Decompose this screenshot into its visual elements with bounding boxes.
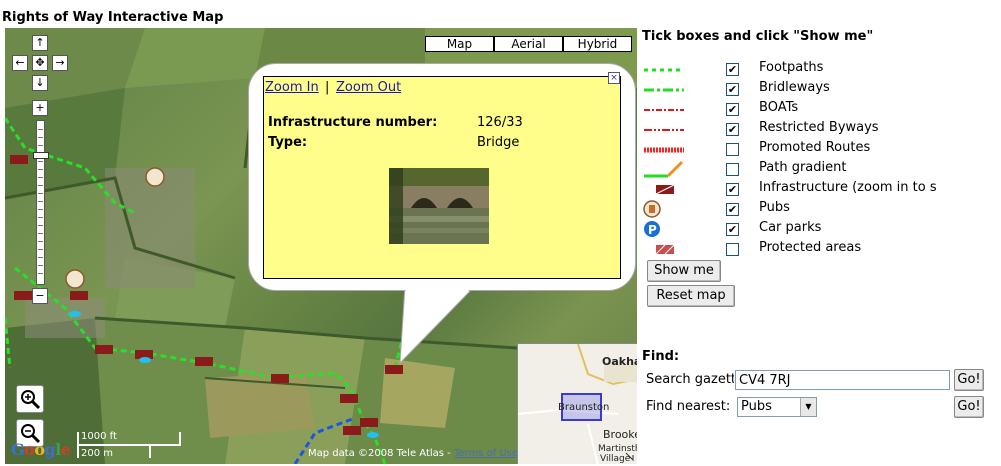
restricted-byway-line-icon (644, 129, 684, 131)
footpaths-label: Footpaths (759, 60, 824, 75)
legend-row-boats: ✔ BOATs (642, 99, 992, 119)
bridleway-line-icon (644, 88, 684, 92)
legend-row-infrastructure: ✔ Infrastructure (zoom in to s (642, 179, 992, 199)
legend-row-car-parks: P ✔ Car parks (642, 219, 992, 239)
car-parks-label: Car parks (759, 220, 822, 235)
legend-row-pubs: ✔ Pubs (642, 199, 992, 219)
boats-checkbox[interactable]: ✔ (726, 103, 739, 116)
legend-row-protected-areas: Protected areas (642, 239, 992, 259)
infrastructure-label: Infrastructure (zoom in to s (759, 180, 937, 195)
path-gradient-checkbox[interactable] (726, 163, 739, 176)
pubs-checkbox[interactable]: ✔ (726, 203, 739, 216)
search-gazetteer-label: Search gazett (646, 372, 734, 387)
close-icon[interactable]: × (608, 72, 620, 84)
nearest-go-button[interactable]: Go! (954, 396, 984, 418)
legend-row-promoted-routes: Promoted Routes (642, 139, 992, 159)
overview-map[interactable]: Oakham Braunston Brooke Martinsthorpe Vi… (517, 343, 637, 464)
legend-title: Tick boxes and click "Show me" (642, 29, 874, 44)
page-title: Rights of Way Interactive Map (2, 10, 224, 25)
overview-toggle-icon[interactable] (625, 452, 635, 462)
infrastructure-number-label: Infrastructure number: (268, 115, 438, 130)
find-nearest-value: Pubs (741, 399, 772, 414)
find-nearest-label: Find nearest: (646, 399, 731, 414)
protected-areas-label: Protected areas (759, 240, 862, 255)
boat-line-icon (644, 109, 684, 111)
car-park-icon: P (644, 221, 660, 237)
infrastructure-number-value: 126/33 (477, 115, 523, 130)
legend-row-bridleways: ✔ Bridleways (642, 79, 992, 99)
reset-map-button[interactable]: Reset map (647, 285, 735, 307)
find-nearest-select[interactable]: Pubs ▼ (737, 397, 817, 417)
pub-icon (643, 200, 661, 218)
bridge-photo (389, 168, 489, 244)
show-me-button[interactable]: Show me (647, 260, 721, 282)
footpath-line-icon (644, 68, 684, 72)
find-title: Find: (642, 349, 680, 364)
infrastructure-checkbox[interactable]: ✔ (726, 183, 739, 196)
search-go-button[interactable]: Go! (954, 369, 984, 391)
svg-text:P: P (648, 223, 657, 237)
restricted-byways-checkbox[interactable]: ✔ (726, 123, 739, 136)
legend-row-path-gradient: Path gradient (642, 159, 992, 179)
footpaths-checkbox[interactable]: ✔ (726, 63, 739, 76)
restricted-byways-label: Restricted Byways (759, 120, 879, 135)
legend-row-restricted-byways: ✔ Restricted Byways (642, 119, 992, 139)
overview-place-brooke: Brooke (603, 428, 637, 441)
path-gradient-label: Path gradient (759, 160, 847, 175)
infrastructure-type-value: Bridge (477, 135, 520, 150)
bridleways-checkbox[interactable]: ✔ (726, 83, 739, 96)
overview-place-braunston: Braunston (558, 402, 610, 413)
info-zoom-in-link[interactable]: Zoom In (265, 80, 319, 95)
chevron-down-icon[interactable]: ▼ (800, 398, 816, 416)
bridleways-label: Bridleways (759, 80, 830, 95)
path-gradient-icon (644, 160, 684, 178)
info-link-separator: | (325, 80, 330, 95)
pubs-label: Pubs (759, 200, 790, 215)
map-canvas[interactable]: Map Aerial Hybrid ↑ ← ✥ → ↓ + − 1000 ft … (5, 28, 637, 464)
search-gazetteer-input[interactable] (735, 370, 950, 390)
car-parks-checkbox[interactable]: ✔ (726, 223, 739, 236)
promoted-routes-checkbox[interactable] (726, 143, 739, 156)
promoted-route-line-icon (644, 147, 684, 153)
legend-row-footpaths: ✔ Footpaths (642, 59, 992, 79)
info-zoom-out-link[interactable]: Zoom Out (336, 80, 401, 95)
overview-place-oakham: Oakham (602, 355, 637, 368)
promoted-routes-label: Promoted Routes (759, 140, 871, 155)
boats-label: BOATs (759, 100, 799, 115)
infrastructure-icon (655, 184, 675, 195)
infrastructure-type-label: Type: (268, 135, 308, 150)
protected-areas-checkbox[interactable] (726, 243, 739, 256)
protected-area-icon (655, 244, 675, 255)
